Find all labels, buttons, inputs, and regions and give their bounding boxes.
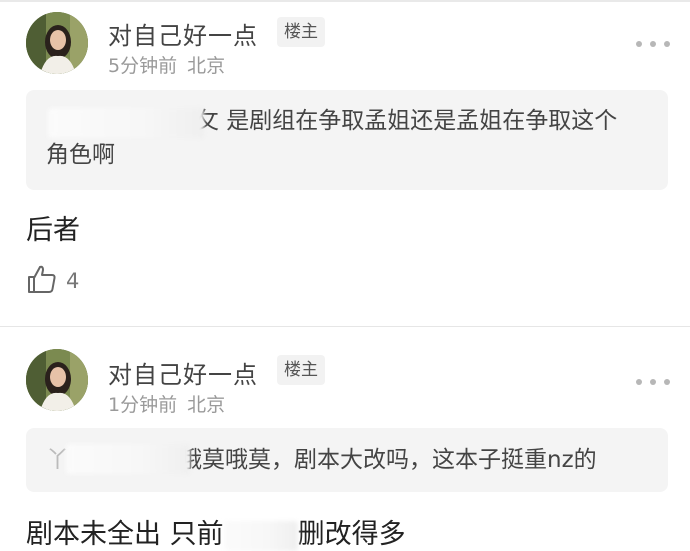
- timestamp-location: 1分钟前 北京: [108, 390, 225, 417]
- username[interactable]: 对自己好一点: [108, 355, 258, 390]
- op-badge: 楼主: [277, 355, 325, 385]
- op-badge: 楼主: [277, 17, 325, 47]
- username[interactable]: 对自己好一点: [108, 16, 258, 51]
- blurred-text: [223, 520, 298, 551]
- reply-text: 剧本未全出 只前 删改得多: [26, 512, 406, 551]
- comment-divider: [0, 326, 690, 327]
- timestamp-location: 5分钟前 北京: [108, 51, 225, 78]
- quoted-comment[interactable]: 攵 是剧组在争取孟姐还是孟姐在争取这个 角色啊: [26, 90, 668, 190]
- more-dots-icon[interactable]: [636, 38, 670, 50]
- quote-line-2: 角色啊: [46, 142, 115, 168]
- quoted-comment[interactable]: 丫 哦莫哦莫，剧本大改吗，这本子挺重nz的: [26, 428, 668, 492]
- timestamp: 1分钟前: [108, 394, 178, 416]
- thumbs-up-icon: [26, 263, 58, 299]
- more-dots-icon[interactable]: [636, 376, 670, 388]
- reply-text-start: 剧本未全出 只前: [26, 519, 224, 550]
- avatar[interactable]: [26, 12, 88, 74]
- comment-item: 对自己好一点 楼主 5分钟前 北京 攵 是剧组在争取孟姐还是孟姐在争取这个 角色…: [0, 0, 690, 326]
- comment-item: 对自己好一点 楼主 1分钟前 北京 丫 哦莫哦莫，剧本大改吗，这本子挺重nz的 …: [0, 340, 690, 551]
- like-button[interactable]: 4: [26, 263, 79, 299]
- timestamp: 5分钟前: [108, 55, 178, 77]
- reply-text-end: 删改得多: [297, 519, 406, 550]
- location: 北京: [187, 55, 226, 77]
- blurred-username: [48, 108, 204, 138]
- blurred-username: [66, 444, 190, 474]
- avatar[interactable]: [26, 349, 88, 411]
- location: 北京: [187, 394, 226, 416]
- reply-text: 后者: [26, 215, 80, 246]
- like-count: 4: [66, 269, 80, 293]
